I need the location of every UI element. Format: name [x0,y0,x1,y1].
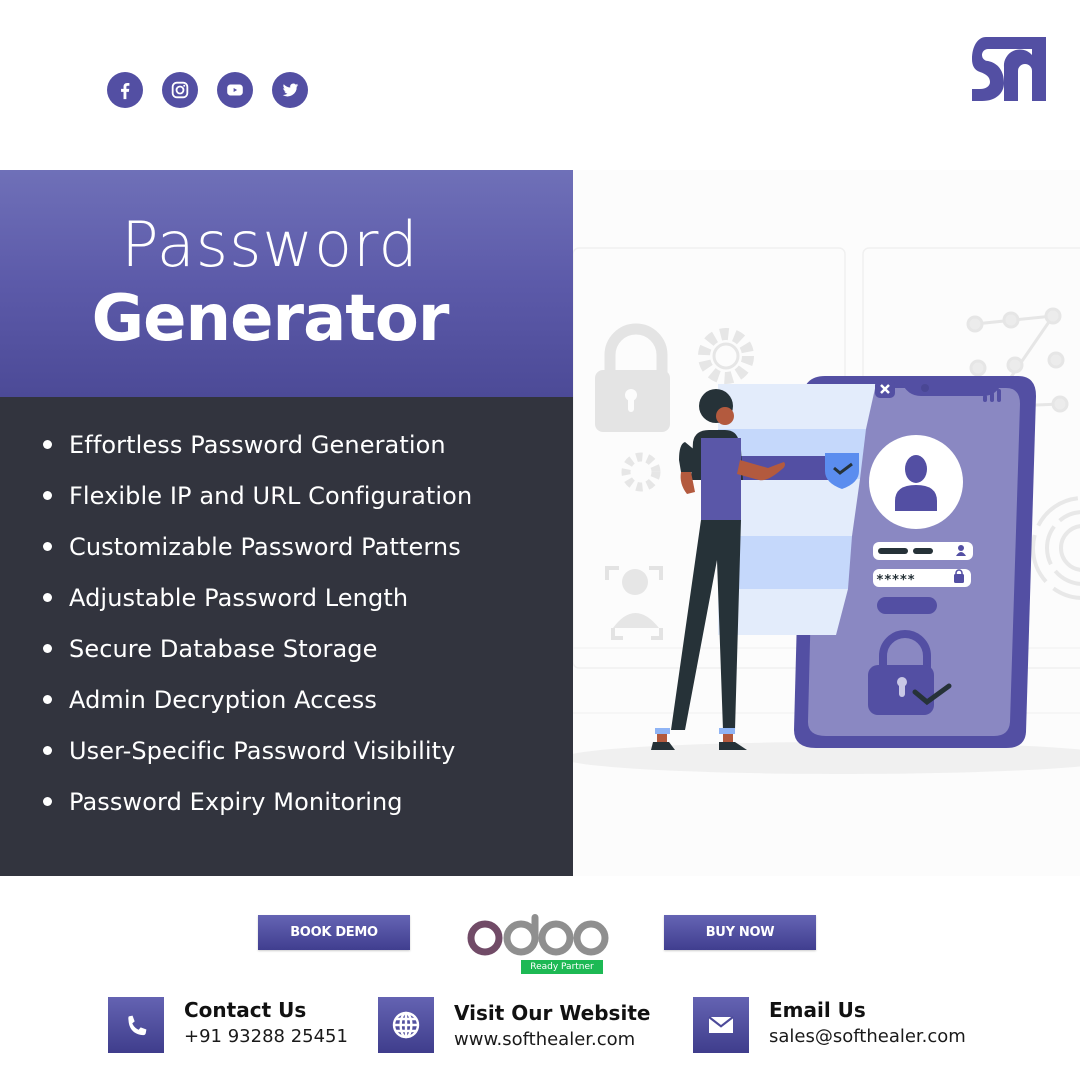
softhealer-logo [972,37,1046,101]
odoo-logo [467,914,609,956]
bullet-icon [43,440,52,449]
contact-phone: Contact Us +91 93288 25451 [108,997,348,1053]
masked-password: ***** [876,573,915,588]
youtube-link[interactable] [217,72,253,108]
instagram-icon [171,81,189,99]
youtube-icon [227,84,243,96]
title-light: Password [121,208,419,281]
background-gear-icon [621,452,661,492]
envelope-icon [708,1016,734,1033]
feature-item: Effortless Password Generation [43,419,472,470]
contact-email-link[interactable]: sales@softhealer.com [769,1023,966,1051]
feature-item: Flexible IP and URL Configuration [43,470,472,521]
bullet-icon [43,797,52,806]
bullet-icon [43,542,52,551]
globe-icon-box [378,997,434,1053]
features-list: Effortless Password Generation Flexible … [43,419,472,827]
features-panel: Effortless Password Generation Flexible … [0,397,573,876]
contact-website-label: Visit Our Website [454,1001,651,1025]
feature-item: Customizable Password Patterns [43,521,472,572]
password-login-illustration: ***** [573,247,1080,774]
contact-website-link[interactable]: www.softhealer.com [454,1026,650,1054]
background-fingerprint-icon [1031,496,1080,600]
bullet-icon [43,746,52,755]
login-button-graphic [877,597,937,614]
facebook-link[interactable] [107,72,143,108]
feature-item: User-Specific Password Visibility [43,725,472,776]
feature-item: Admin Decryption Access [43,674,472,725]
title-banner: Password Generator [0,170,573,397]
phone-icon [128,1015,147,1036]
feature-item: Adjustable Password Length [43,572,472,623]
odoo-partner-logo: Ready Partner [467,912,609,974]
phone-icon-box [108,997,164,1053]
ready-partner-badge: Ready Partner [521,960,603,974]
book-demo-button[interactable]: BOOK DEMO [258,915,410,950]
feature-item: Secure Database Storage [43,623,472,674]
contact-website: Visit Our Website www.softhealer.com [378,997,650,1054]
bullet-icon [43,491,52,500]
twitter-icon [282,83,299,97]
bullet-icon [43,593,52,602]
background-lock-icon [595,323,670,432]
bullet-icon [43,644,52,653]
title-bold: Generator [91,282,450,356]
background-gear-icon [698,328,754,384]
bullet-icon [43,695,52,704]
facebook-icon [121,82,130,100]
contact-email-label: Email Us [769,998,866,1022]
twitter-link[interactable] [272,72,308,108]
contact-phone-label: Contact Us [184,998,307,1022]
contact-email: Email Us sales@softhealer.com [693,997,966,1053]
instagram-link[interactable] [162,72,198,108]
envelope-icon-box [693,997,749,1053]
globe-icon [392,1011,420,1039]
illustration: ***** [573,170,1080,876]
social-links [107,72,308,108]
contact-phone-value[interactable]: +91 93288 25451 [184,1023,348,1051]
feature-item: Password Expiry Monitoring [43,776,472,827]
buy-now-button[interactable]: BUY NOW [664,915,816,950]
